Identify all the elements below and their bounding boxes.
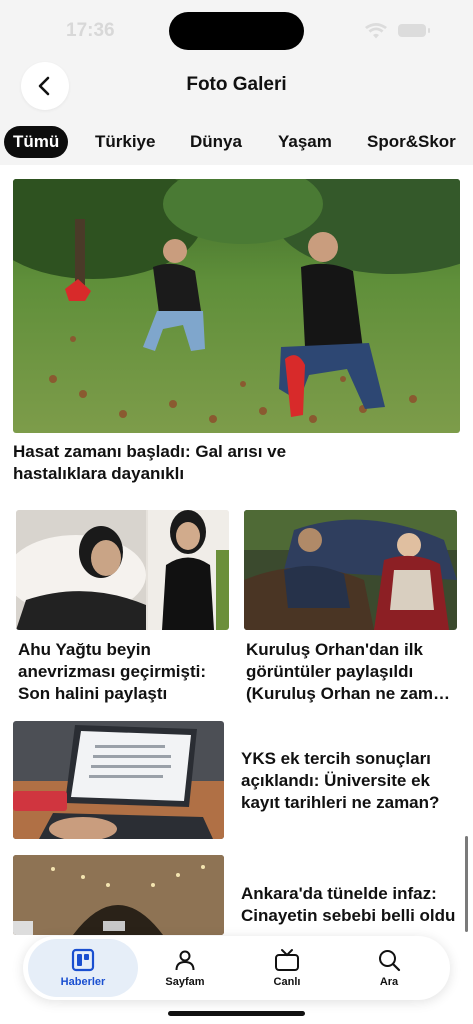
battery-icon xyxy=(398,24,430,37)
tabbar-label-haberler: Haberler xyxy=(60,976,106,988)
grid-photo-1 xyxy=(16,510,229,630)
search-icon xyxy=(379,950,401,972)
status-bar: 17:36 xyxy=(0,0,473,60)
tab-all[interactable]: Tümü xyxy=(4,126,69,158)
grid-card-image-2[interactable] xyxy=(244,510,457,630)
home-indicator xyxy=(168,1011,305,1016)
tabbar-item-canli[interactable]: Canlı xyxy=(239,939,335,997)
list-photo-1 xyxy=(13,721,224,839)
tabbar-label-ara: Ara xyxy=(379,976,399,988)
tabbar-label-sayfam: Sayfam xyxy=(165,976,205,988)
tab-spor-skor[interactable]: Spor&Skor xyxy=(367,126,456,158)
hero-photo xyxy=(13,179,460,433)
tabbar-item-sayfam[interactable]: Sayfam xyxy=(137,939,233,997)
dynamic-island xyxy=(169,12,304,50)
tabbar-label-canli: Canlı xyxy=(273,976,301,988)
category-tabs: Tümü Türkiye Dünya Yaşam Spor&Skor xyxy=(0,126,473,162)
hero-image[interactable] xyxy=(13,179,460,433)
status-time: 17:36 xyxy=(66,20,115,41)
list-item-image-1[interactable] xyxy=(13,721,224,839)
grid-card-title-1[interactable]: Ahu Yağtu beyin anevrizması geçirmişti: … xyxy=(18,639,228,705)
tv-icon xyxy=(275,949,299,971)
grid-card-title-2[interactable]: Kuruluş Orhan'dan ilk görüntüler paylaşı… xyxy=(246,639,458,705)
tab-turkiye[interactable]: Türkiye xyxy=(95,126,155,158)
wifi-icon xyxy=(365,23,387,39)
list-item-title-2[interactable]: Ankara'da tünelde infaz: Cinayetin sebeb… xyxy=(241,883,459,927)
tab-dunya[interactable]: Dünya xyxy=(190,126,242,158)
tabbar-item-haberler[interactable]: Haberler xyxy=(28,939,138,997)
list-item-title-1[interactable]: YKS ek tercih sonuçları açıklandı: Ünive… xyxy=(241,748,459,814)
page-title: Foto Galeri xyxy=(186,74,287,95)
grid-card-image-1[interactable] xyxy=(16,510,229,630)
bottom-tab-bar: Haberler Sayfam Canlı Ara xyxy=(23,936,450,1000)
tab-yasam[interactable]: Yaşam xyxy=(278,126,332,158)
news-grid-icon xyxy=(71,948,95,972)
grid-photo-2 xyxy=(244,510,457,630)
person-icon xyxy=(175,950,195,971)
tabbar-item-ara[interactable]: Ara xyxy=(341,939,437,997)
list-photo-2 xyxy=(13,855,224,935)
hero-title[interactable]: Hasat zamanı başladı: Gal arısı ve hasta… xyxy=(13,441,333,485)
scrollbar[interactable] xyxy=(465,836,468,932)
list-item-image-2[interactable] xyxy=(13,855,224,935)
